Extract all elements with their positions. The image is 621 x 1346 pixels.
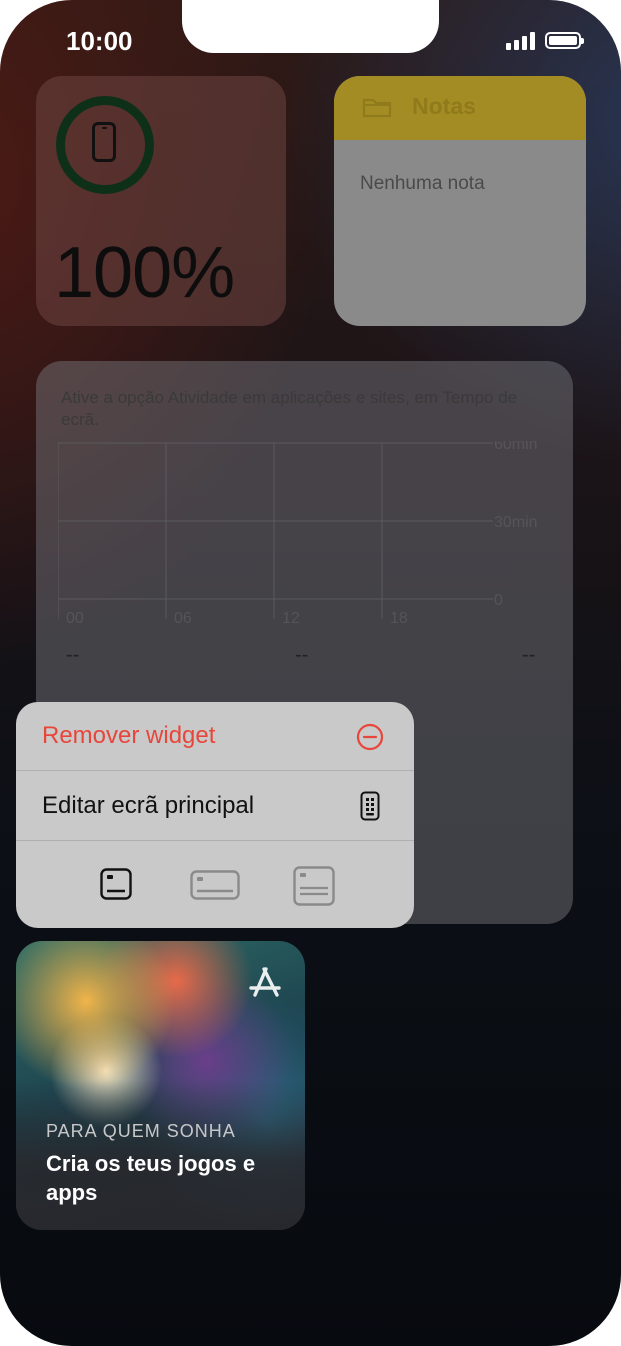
- battery-icon: [545, 31, 584, 49]
- notes-empty-text: Nenhuma nota: [360, 173, 485, 194]
- app-store-icon: [249, 967, 281, 997]
- summary-value: --: [522, 644, 536, 666]
- y-label-60: 60min: [494, 441, 538, 453]
- minus-circle-icon: [356, 723, 384, 751]
- app-store-widget[interactable]: PARA QUEM SONHA Cria os teus jogos e app…: [16, 941, 305, 1230]
- screen-time-chart: 60min 30min 0 00 06 12 18: [58, 441, 538, 627]
- status-icons: [506, 30, 584, 50]
- notes-widget[interactable]: Notas Nenhuma nota: [334, 76, 586, 326]
- x-label-12: 12: [282, 610, 300, 627]
- medium-widget-size-icon[interactable]: [190, 870, 240, 900]
- remove-widget-button[interactable]: Remover widget: [16, 702, 414, 771]
- summary-value: --: [66, 644, 80, 666]
- app-store-eyebrow: PARA QUEM SONHA: [46, 1121, 236, 1141]
- notch: [182, 0, 439, 53]
- home-screen-icon: [360, 791, 380, 821]
- status-time: 10:00: [66, 26, 133, 56]
- summary-value: --: [295, 644, 309, 666]
- notes-title: Notas: [412, 93, 476, 119]
- large-widget-size-icon[interactable]: [293, 866, 335, 906]
- x-label-18: 18: [390, 610, 408, 627]
- home-screen: 10:00 100% Notas Nenhuma nota Ative a op…: [0, 0, 621, 1346]
- notes-header: Notas: [334, 76, 586, 140]
- y-label-30: 30min: [494, 514, 538, 531]
- battery-percent: 100%: [54, 233, 235, 313]
- x-label-00: 00: [66, 610, 84, 627]
- screen-time-message: Ative a opção Atividade em aplicações e …: [61, 388, 518, 429]
- iphone-icon: [92, 122, 116, 162]
- edit-home-screen-label: Editar ecrã principal: [42, 792, 255, 819]
- app-store-title: Cria os teus jogos e apps: [46, 1151, 256, 1205]
- y-label-0: 0: [494, 592, 503, 609]
- cellular-signal-icon: [506, 30, 535, 50]
- small-widget-size-icon[interactable]: [100, 868, 132, 900]
- folder-icon: [362, 98, 392, 118]
- widget-context-menu: Remover widget Editar ecrã principal: [16, 702, 414, 928]
- widget-size-picker: [16, 842, 414, 928]
- remove-widget-label: Remover widget: [42, 722, 216, 749]
- x-label-06: 06: [174, 610, 192, 627]
- edit-home-screen-button[interactable]: Editar ecrã principal: [16, 772, 414, 841]
